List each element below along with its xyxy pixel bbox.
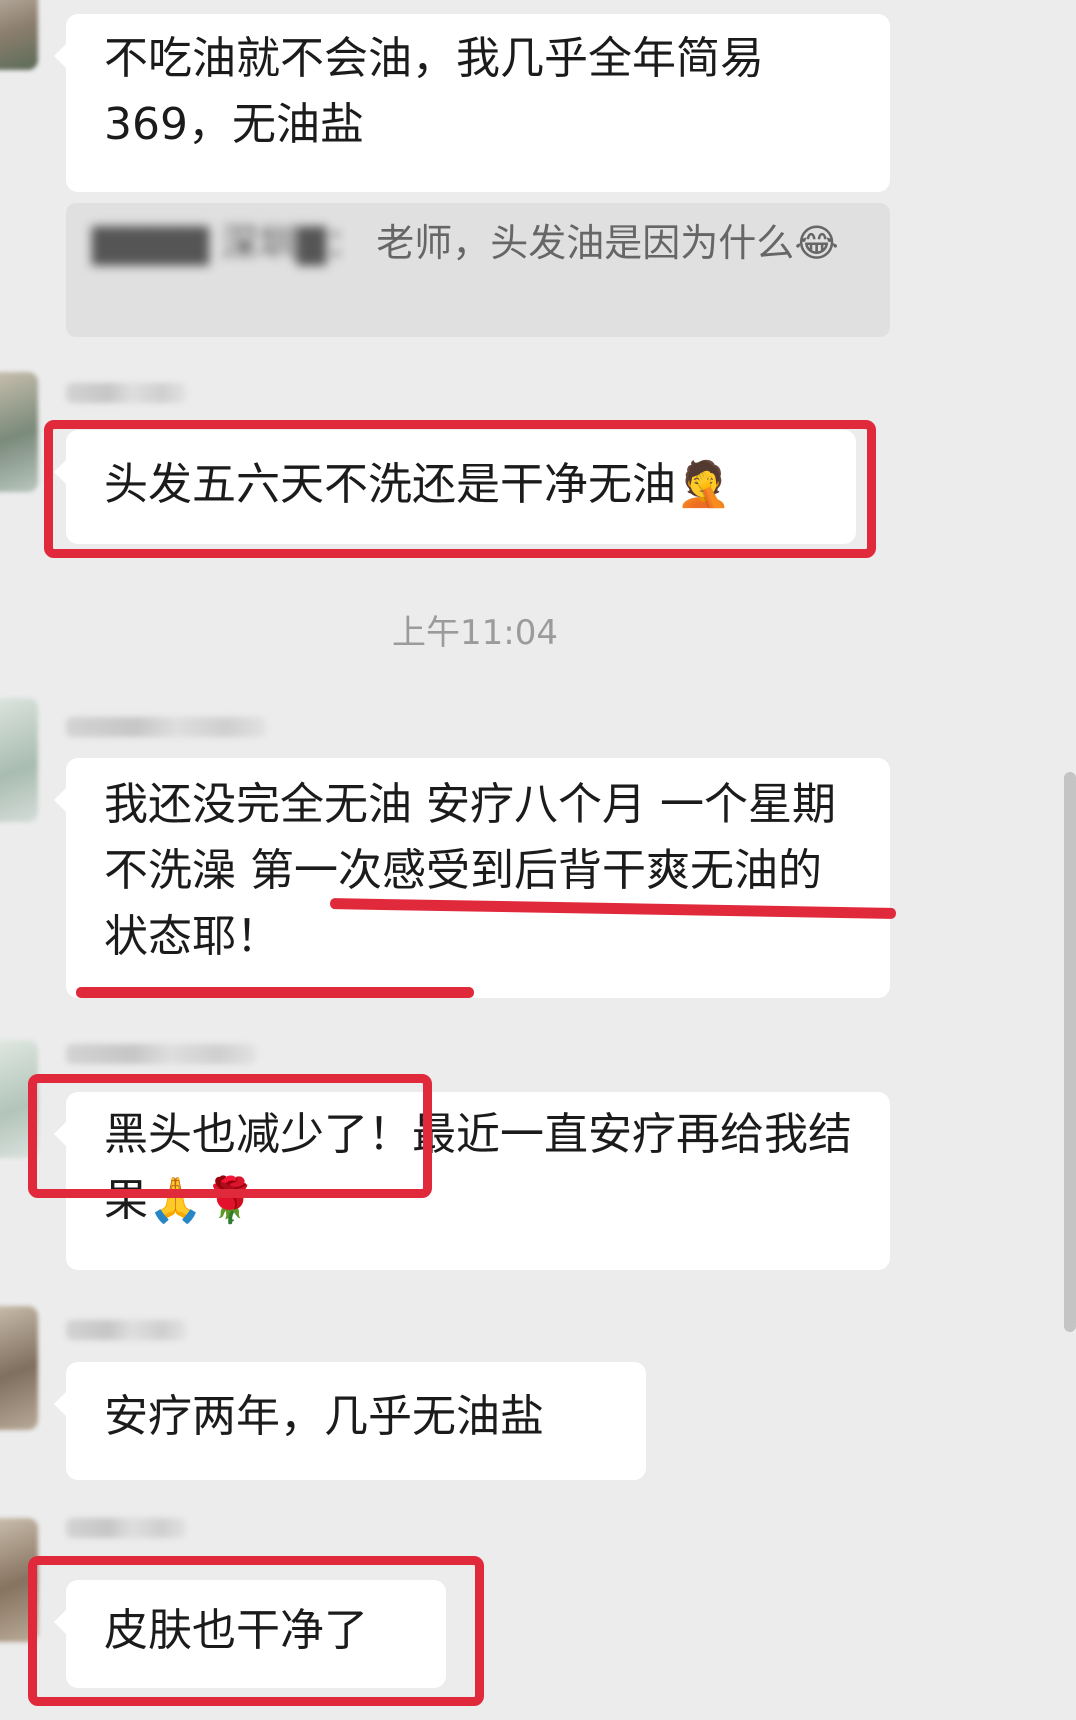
highlight-box [44,420,876,558]
message-bubble[interactable]: 安疗两年，几乎无油盐 [54,1362,646,1480]
message-bubble[interactable]: 不吃油就不会油，我几乎全年简易369，无油盐 [54,14,890,192]
message-text: 不吃油就不会油，我几乎全年简易369，无油盐 [104,33,764,150]
sender-name [66,717,266,737]
laughing-emoji-icon: 😂 [794,221,839,265]
quoted-message[interactable]: ▇▇▇▇ 深圳▇： 老师，头发油是因为什么😂 [66,203,890,337]
highlight-box [28,1556,484,1706]
quote-sender: ▇▇▇▇ 深圳▇： [92,221,365,265]
avatar[interactable] [0,0,38,70]
highlight-box [28,1074,432,1198]
quote-text: 老师，头发油是因为什么 [376,221,795,265]
avatar[interactable] [0,1306,38,1430]
avatar[interactable] [0,698,38,822]
sender-name [66,1044,256,1064]
sender-name [66,383,186,403]
underline-mark [76,987,474,998]
sender-name [66,1518,186,1538]
scrollbar[interactable] [1064,772,1076,1332]
message-bubble[interactable]: 我还没完全无油 安疗八个月 一个星期不洗澡 第一次感受到后背干爽无油的状态耶！ [54,758,890,998]
avatar[interactable] [0,372,38,492]
timestamp: 上午11:04 [392,613,558,653]
message-text: 我还没完全无油 安疗八个月 一个星期不洗澡 第一次感受到后背干爽无油的状态耶！ [104,779,836,962]
message-text: 安疗两年，几乎无油盐 [104,1391,544,1442]
sender-name [66,1320,186,1340]
